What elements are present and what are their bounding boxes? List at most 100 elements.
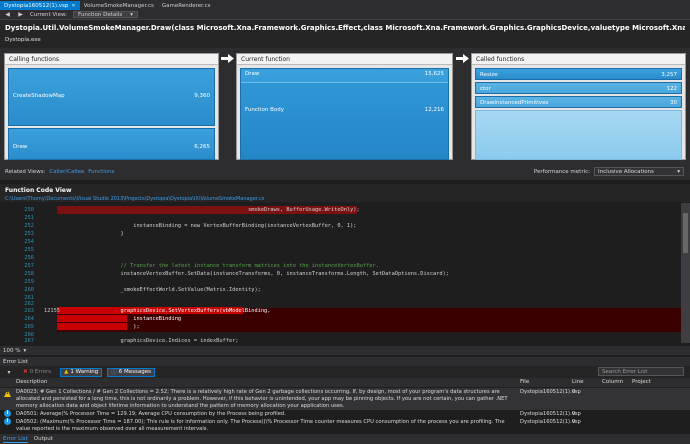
forward-arrow-icon[interactable]: ▶ bbox=[17, 11, 24, 18]
warning-icon: ! bbox=[4, 390, 11, 397]
search-placeholder: Search Error List bbox=[602, 368, 648, 375]
callee-value: 3,257 bbox=[661, 72, 677, 78]
code-line: 256 bbox=[0, 255, 681, 263]
code-line: 251 bbox=[0, 215, 681, 223]
tab-label: GameRenderer.cs bbox=[161, 2, 211, 9]
module-name: Dystopia.exe bbox=[5, 37, 41, 43]
source-file-path[interactable]: C:\Users\Thomy\Documents\Visual Studio 2… bbox=[5, 196, 685, 202]
sample-count: 12155 bbox=[44, 308, 60, 314]
current-view-dropdown[interactable]: Function Details ▾ bbox=[73, 11, 138, 18]
functions-link[interactable]: Functions bbox=[88, 169, 114, 175]
info-icon: i bbox=[4, 418, 11, 425]
errors-toggle[interactable]: ✖ 0 Errors bbox=[19, 368, 55, 377]
chevron-down-icon[interactable]: ▾ bbox=[23, 348, 26, 354]
callee-resize[interactable]: Resize 3,257 bbox=[475, 68, 682, 80]
column-project[interactable]: Project bbox=[632, 379, 651, 385]
back-arrow-icon[interactable]: ◀ bbox=[4, 11, 11, 18]
tab-volumesmokemanager[interactable]: VolumeSmokeManager.cs bbox=[80, 1, 158, 10]
code-text: smokeDraws, BufferUsage.WriteOnly); bbox=[95, 207, 360, 213]
info-icon: ⓘ bbox=[111, 370, 117, 376]
tab-output[interactable]: Output bbox=[34, 436, 53, 442]
call-graph-panels: Calling functions CreateShadowMap 9,360 … bbox=[0, 48, 690, 164]
row-description: DA0501: Average(% Processor Time = 129.1… bbox=[16, 411, 286, 417]
column-file[interactable]: File bbox=[520, 379, 529, 385]
calling-functions-title: Calling functions bbox=[5, 54, 218, 65]
column-line[interactable]: Line bbox=[572, 379, 583, 385]
line-number: 262 bbox=[24, 301, 34, 307]
code-vertical-scrollbar[interactable] bbox=[681, 203, 690, 343]
tab-label: VolumeSmokeManager.cs bbox=[83, 2, 154, 9]
scrollbar-thumb[interactable] bbox=[683, 213, 688, 253]
caller-createshadowmap[interactable]: CreateShadowMap 9,360 bbox=[8, 68, 215, 126]
code-line: 259 bbox=[0, 279, 681, 287]
zoom-bar: 100 % ▾ bbox=[0, 346, 690, 355]
warnings-toggle[interactable]: ▲ 1 Warning bbox=[60, 367, 103, 377]
caller-draw[interactable]: Draw 6,265 bbox=[8, 128, 215, 160]
code-line: 253 } bbox=[0, 231, 681, 239]
error-list-row[interactable]: ! DA0023: # Gen 1 Collections / # Gen 2 … bbox=[0, 388, 690, 410]
line-number: 254 bbox=[24, 239, 34, 245]
line-number: 257 bbox=[24, 263, 34, 269]
tab-label: Dystopia160512(1).vsp bbox=[4, 2, 69, 9]
callee-drawinstancedprimitives[interactable]: DrawInstancedPrimitives 30 bbox=[475, 96, 682, 108]
function-body-box[interactable]: Function Body 12,216 bbox=[241, 82, 448, 159]
warnings-label: 1 Warning bbox=[70, 369, 99, 375]
row-line: 0 bbox=[572, 389, 576, 395]
code-text: graphicsDevice.Indices = indexBuffer; bbox=[95, 338, 239, 344]
code-line: 12155 263 graphicsDevice.SetVertexBuffers… bbox=[0, 308, 681, 316]
callee-value: 30 bbox=[670, 100, 677, 106]
info-icon: i bbox=[4, 410, 11, 417]
warning-icon: ▲ bbox=[64, 369, 69, 375]
function-body-value: 12,216 bbox=[424, 107, 444, 113]
code-line: 254 bbox=[0, 239, 681, 247]
code-text: instanceBinding = new VertexBufferBindin… bbox=[95, 223, 357, 229]
performance-metric-value: Inclusive Allocations bbox=[598, 168, 654, 175]
code-line: 250 smokeDraws, BufferUsage.WriteOnly); bbox=[0, 207, 681, 215]
current-function-total: 15,625 bbox=[424, 71, 444, 77]
caller-label: CreateShadowMap bbox=[13, 93, 65, 99]
function-header: Dystopia.Util.VolumeSmokeManager.Draw(cl… bbox=[0, 20, 690, 48]
code-comment: // Transfer the latest instance transfor… bbox=[95, 263, 379, 269]
line-number: 265 bbox=[24, 324, 34, 330]
line-number: 258 bbox=[24, 271, 34, 277]
error-list-row[interactable]: i DA0502: (Maximum(% Processor Time = 18… bbox=[0, 418, 690, 433]
line-number: 264 bbox=[24, 316, 34, 322]
document-tab-strip: Dystopia160512(1).vsp ✕ VolumeSmokeManage… bbox=[0, 0, 690, 10]
current-function-title: Current function bbox=[237, 54, 452, 65]
messages-toggle[interactable]: ⓘ 6 Messages bbox=[107, 367, 155, 377]
related-views-bar: Related Views: Caller/Callee Functions P… bbox=[0, 164, 690, 180]
callee-ctor[interactable]: ctor 122 bbox=[475, 82, 682, 94]
performance-metric-dropdown[interactable]: Inclusive Allocations ▾ bbox=[594, 167, 684, 176]
caller-callee-link[interactable]: Caller/Callee bbox=[49, 169, 84, 175]
tab-error-list[interactable]: Error List bbox=[3, 436, 28, 443]
error-list-row[interactable]: i DA0501: Average(% Processor Time = 129… bbox=[0, 410, 690, 418]
code-editor[interactable]: 250 smokeDraws, BufferUsage.WriteOnly); … bbox=[0, 203, 690, 344]
callee-remaining-area bbox=[475, 110, 682, 160]
line-number: 255 bbox=[24, 247, 34, 253]
code-line: 265 ); bbox=[0, 324, 681, 332]
current-function-box[interactable]: Draw 15,625 Function Body 12,216 bbox=[240, 68, 449, 160]
arrow-right-icon bbox=[221, 54, 234, 63]
code-line: 264 instanceBinding bbox=[0, 316, 681, 324]
code-text: } bbox=[95, 231, 124, 237]
column-column[interactable]: Column bbox=[602, 379, 623, 385]
caller-value: 9,360 bbox=[194, 93, 210, 99]
callee-label: ctor bbox=[480, 86, 491, 92]
tab-vsp-report[interactable]: Dystopia160512(1).vsp ✕ bbox=[0, 1, 80, 10]
caller-label: Draw bbox=[13, 144, 28, 150]
function-code-view-header: Function Code View C:\Users\Thomy\Docume… bbox=[0, 184, 690, 202]
column-description[interactable]: Description bbox=[16, 379, 47, 385]
code-line: 258 instanceVertexBuffer.SetData(instanc… bbox=[0, 271, 681, 279]
messages-label: 6 Messages bbox=[118, 369, 151, 375]
code-text: graphicsDevice.SetVertexBuffers(vbModelB… bbox=[95, 308, 271, 314]
called-functions-title: Called functions bbox=[472, 54, 685, 65]
code-view-title: Function Code View bbox=[5, 187, 72, 194]
tab-gamerenderer[interactable]: GameRenderer.cs bbox=[158, 1, 215, 10]
line-number: 267 bbox=[24, 338, 34, 344]
error-list-search-input[interactable]: Search Error List bbox=[598, 367, 684, 376]
errors-label: 0 Errors bbox=[29, 369, 52, 375]
callee-label: DrawInstancedPrimitives bbox=[480, 100, 549, 106]
filter-icon[interactable]: ▾ bbox=[4, 369, 14, 376]
zoom-level[interactable]: 100 % bbox=[3, 348, 20, 354]
close-icon[interactable]: ✕ bbox=[71, 3, 75, 9]
